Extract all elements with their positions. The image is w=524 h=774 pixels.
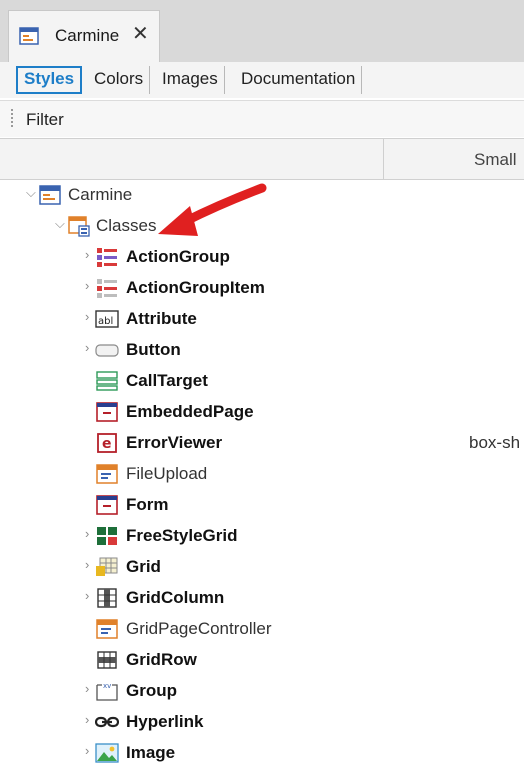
tree-node-hyperlink[interactable]: › Hyperlink (0, 707, 524, 737)
classes-folder-icon (68, 216, 90, 237)
tree-node-label: Hyperlink (126, 712, 204, 731)
grid-page-controller-icon (96, 619, 118, 639)
editor-tab-bar: Styles Colors Images Documentation (0, 62, 524, 98)
tree-node-gridcolumn[interactable]: › GridColumn (0, 583, 524, 613)
column-header: Small (0, 138, 524, 180)
filter-button[interactable]: Filter (26, 110, 64, 130)
tree-node-label: ErrorViewer (126, 433, 223, 452)
tree-node-label: GridColumn (126, 588, 225, 607)
embedded-page-icon (96, 402, 118, 422)
tree-node-gridrow[interactable]: GridRow (0, 645, 524, 675)
column-separator[interactable] (383, 139, 384, 179)
filter-toolbar: Filter (0, 101, 524, 137)
chevron-right-icon[interactable]: › (85, 682, 95, 696)
file-upload-icon (96, 464, 118, 484)
tree-node-label: Attribute (126, 309, 197, 328)
tab-documentation[interactable]: Documentation (235, 66, 363, 94)
tree-node-label: FreeStyleGrid (126, 526, 238, 545)
tree-node-label: FileUpload (126, 464, 208, 483)
tree-node-classes[interactable]: ⌵ Classes (0, 211, 524, 241)
tree-node-actiongroupitem[interactable]: › ActionGroupItem (0, 273, 524, 303)
tree-node-label: ActionGroup (126, 247, 230, 266)
document-tab-title: Carmine (55, 26, 120, 45)
chevron-right-icon[interactable]: › (85, 279, 95, 293)
tree-node-fileupload[interactable]: FileUpload (0, 459, 524, 489)
tree-node-label: ActionGroupItem (126, 278, 265, 297)
tree-node-embeddedpage[interactable]: EmbeddedPage (0, 397, 524, 427)
grid-column-icon (97, 588, 117, 608)
image-icon (95, 743, 119, 763)
tree-node-label: Form (126, 495, 169, 514)
tab-colors[interactable]: Colors (88, 66, 151, 94)
theme-icon (19, 27, 39, 45)
tree-node-label: Carmine (68, 185, 133, 204)
tree-node-image[interactable]: › Image (0, 738, 524, 768)
freestyle-grid-icon (97, 527, 117, 545)
tree-node-actiongroup[interactable]: › ActionGroup (0, 242, 524, 272)
chevron-right-icon[interactable]: › (85, 248, 95, 262)
tree-node-group[interactable]: › xv Group (0, 676, 524, 706)
small-column-value: box-sh (469, 433, 521, 452)
tree-node-errorviewer[interactable]: e ErrorViewer box-sh (0, 428, 524, 458)
svg-text:xv: xv (103, 682, 111, 690)
svg-text:e: e (102, 436, 112, 452)
chevron-down-icon[interactable]: ⌵ (55, 217, 65, 231)
tree-node-form[interactable]: Form (0, 490, 524, 520)
hyperlink-icon (95, 716, 119, 728)
button-icon (95, 344, 119, 357)
tree-node-label: EmbeddedPage (126, 402, 254, 421)
tab-styles[interactable]: Styles (16, 66, 83, 94)
chevron-right-icon[interactable]: › (85, 744, 95, 758)
form-icon (96, 495, 118, 515)
error-viewer-icon: e (97, 433, 117, 453)
column-header-small[interactable]: Small (474, 150, 517, 170)
chevron-right-icon[interactable]: › (85, 527, 95, 541)
document-tab-strip: Carmine ✕ (0, 0, 524, 63)
attribute-icon: abl (95, 310, 119, 328)
styles-tree: ⌵ Carmine ⌵ Classes › ActionGroup › Acti… (0, 180, 524, 774)
tree-node-calltarget[interactable]: CallTarget (0, 366, 524, 396)
tree-node-attribute[interactable]: › abl Attribute (0, 304, 524, 334)
tree-node-label: Grid (126, 557, 161, 576)
grid-row-icon (97, 651, 117, 669)
tree-node-label: GridPageController (126, 619, 272, 638)
call-target-icon (96, 371, 118, 391)
tree-node-label: Group (126, 681, 177, 700)
grid-icon (96, 557, 118, 576)
group-icon: xv (96, 682, 118, 701)
chevron-right-icon[interactable]: › (85, 341, 95, 355)
tree-node-label: Image (126, 743, 176, 762)
tree-node-label: Classes (96, 216, 157, 235)
svg-text:abl: abl (98, 316, 113, 327)
toolbar-grip[interactable] (11, 109, 13, 127)
chevron-down-icon[interactable]: ⌵ (26, 186, 36, 200)
action-group-item-icon (97, 279, 117, 298)
tree-node-label: CallTarget (126, 371, 208, 390)
tree-node-grid[interactable]: › Grid (0, 552, 524, 582)
chevron-right-icon[interactable]: › (85, 589, 95, 603)
column-header-name[interactable] (0, 139, 383, 179)
tree-node-label: Button (126, 340, 181, 359)
close-icon[interactable]: ✕ (132, 23, 149, 45)
tree-node-gridpagecontroller[interactable]: GridPageController (0, 614, 524, 644)
chevron-right-icon[interactable]: › (85, 558, 95, 572)
theme-icon (39, 185, 61, 205)
document-tab[interactable]: Carmine ✕ (8, 10, 160, 62)
action-group-icon (97, 248, 117, 267)
tree-node-freestylegrid[interactable]: › FreeStyleGrid (0, 521, 524, 551)
chevron-right-icon[interactable]: › (85, 310, 95, 324)
tree-node-carmine[interactable]: ⌵ Carmine (0, 180, 524, 210)
chevron-right-icon[interactable]: › (85, 713, 95, 727)
tree-node-button[interactable]: › Button (0, 335, 524, 365)
tab-images[interactable]: Images (156, 66, 225, 94)
tree-node-label: GridRow (126, 650, 197, 669)
